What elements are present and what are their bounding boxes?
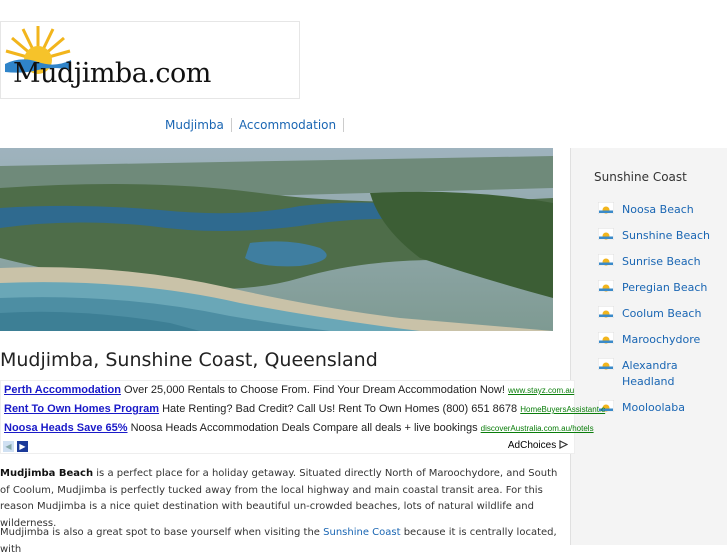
- ad-url-link[interactable]: discoverAustralia.com.au/hotels: [481, 424, 594, 433]
- intro-bold: Mudjimba Beach: [0, 468, 94, 479]
- site-logo[interactable]: Mudjimba.com: [0, 21, 300, 99]
- sunrise-icon: [597, 253, 615, 271]
- ad-url-link[interactable]: www.stayz.com.au: [508, 386, 574, 395]
- sidebar-item-alexandra-headland[interactable]: Alexandra Headland: [597, 357, 723, 390]
- sidebar-item-sunshine-beach[interactable]: Sunshine Beach: [597, 227, 723, 245]
- sidebar-item-label: Mooloolaba: [622, 401, 685, 414]
- sidebar-list: Noosa Beach Sunshine Beach Sunrise Beach…: [597, 201, 723, 426]
- sunrise-icon: [597, 331, 615, 349]
- sunshine-coast-link[interactable]: Sunshine Coast: [323, 527, 400, 538]
- ad-text: Over 25,000 Rentals to Choose From. Find…: [124, 384, 505, 396]
- sidebar-item-coolum-beach[interactable]: Coolum Beach: [597, 305, 723, 323]
- sidebar-item-label: Peregian Beach: [622, 281, 708, 294]
- page-title: Mudjimba, Sunshine Coast, Queensland: [0, 349, 378, 371]
- next-arrow-icon[interactable]: ▶: [17, 441, 28, 452]
- sidebar-item-maroochydore[interactable]: Maroochydore: [597, 331, 723, 349]
- sidebar-item-label: Coolum Beach: [622, 307, 702, 320]
- adchoices-label: AdChoices: [507, 440, 557, 451]
- sunrise-icon: [597, 279, 615, 297]
- ad-item: Noosa Heads Save 65% Noosa Heads Accommo…: [4, 422, 594, 434]
- sunrise-icon: [597, 357, 615, 375]
- sidebar-item-label: Maroochydore: [622, 333, 701, 346]
- sidebar-title: Sunshine Coast: [594, 170, 687, 184]
- second-paragraph: Mudjimba is also a great spot to base yo…: [0, 525, 560, 558]
- nav-item-mudjimba[interactable]: Mudjimba: [158, 118, 232, 132]
- sunrise-icon: [597, 201, 615, 219]
- sidebar: Sunshine Coast Noosa Beach Sunshine Beac…: [570, 148, 727, 545]
- ad-title-link[interactable]: Rent To Own Homes Program: [4, 403, 159, 415]
- adchoices-icon: [559, 440, 569, 449]
- sidebar-item-label: Sunshine Beach: [622, 229, 710, 242]
- sidebar-item-mooloolaba[interactable]: Mooloolaba: [597, 399, 723, 416]
- ad-title-link[interactable]: Noosa Heads Save 65%: [4, 422, 128, 434]
- ad-pager: ◀ ▶: [3, 441, 28, 452]
- ad-block: Perth Accommodation Over 25,000 Rentals …: [0, 380, 605, 454]
- top-nav: Mudjimba Accommodation: [158, 118, 345, 132]
- sidebar-item-noosa-beach[interactable]: Noosa Beach: [597, 201, 723, 219]
- nav-item-accommodation[interactable]: Accommodation: [232, 118, 345, 132]
- sidebar-item-peregian-beach[interactable]: Peregian Beach: [597, 279, 723, 297]
- logo-text: Mudjimba.com: [13, 58, 211, 89]
- intro-paragraph: Mudjimba Beach is a perfect place for a …: [0, 466, 560, 532]
- ad-title-link[interactable]: Perth Accommodation: [4, 384, 121, 396]
- hero-aerial-image: [0, 148, 553, 331]
- ad-item: Perth Accommodation Over 25,000 Rentals …: [4, 384, 574, 396]
- second-text-start: Mudjimba is also a great spot to base yo…: [0, 527, 324, 538]
- sidebar-item-label: Sunrise Beach: [622, 255, 701, 268]
- ad-item: Rent To Own Homes Program Hate Renting? …: [4, 403, 605, 415]
- sunrise-icon: [597, 305, 615, 323]
- ad-text: Hate Renting? Bad Credit? Call Us! Rent …: [162, 403, 518, 415]
- prev-arrow-icon[interactable]: ◀: [3, 441, 14, 452]
- ad-url-link[interactable]: HomeBuyersAssistant.c: [520, 405, 605, 414]
- sidebar-item-sunrise-beach[interactable]: Sunrise Beach: [597, 253, 723, 271]
- sidebar-item-label: Noosa Beach: [622, 203, 694, 216]
- sidebar-item-label: Alexandra Headland: [622, 359, 678, 388]
- ad-text: Noosa Heads Accommodation Deals Compare …: [130, 422, 478, 434]
- adchoices-link[interactable]: AdChoices: [507, 440, 569, 451]
- sunrise-icon: [597, 227, 615, 245]
